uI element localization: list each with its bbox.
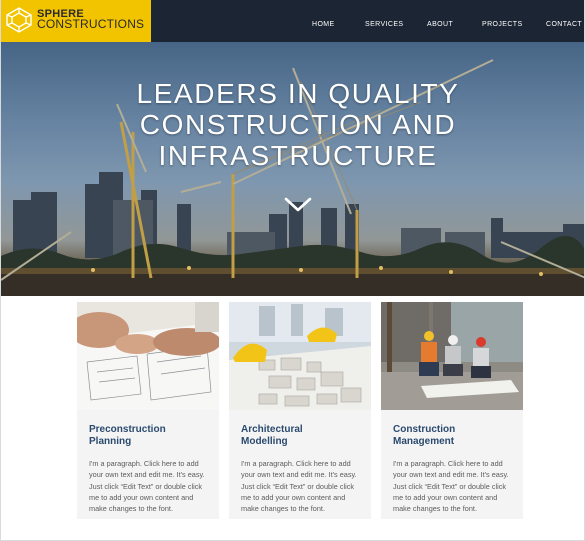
nav-services[interactable]: SERVICES <box>365 20 403 30</box>
site-header: SPHERE CONSTRUCTIONS HOME SERVICES ABOUT… <box>1 0 584 42</box>
page: SPHERE CONSTRUCTIONS HOME SERVICES ABOUT… <box>0 0 585 541</box>
site-team-image <box>381 302 523 410</box>
chevron-down-icon[interactable] <box>284 197 312 213</box>
services-grid: Preconstruction Planning I'm a paragraph… <box>77 302 527 522</box>
sphere-logo-icon <box>6 7 32 33</box>
service-card-architectural[interactable]: Architectural Modelling I'm a paragraph.… <box>229 302 371 519</box>
service-card-preconstruction[interactable]: Preconstruction Planning I'm a paragraph… <box>77 302 219 519</box>
nav-about[interactable]: ABOUT <box>427 20 453 30</box>
service-description[interactable]: I'm a paragraph. Click here to add your … <box>89 458 213 514</box>
brand-name-line2: CONSTRUCTIONS <box>37 17 145 31</box>
service-title: Construction Management <box>393 424 456 447</box>
nav-home[interactable]: HOME <box>312 20 335 30</box>
blueprint-image <box>77 302 219 410</box>
hero-title: LEADERS IN QUALITY CONSTRUCTION AND INFR… <box>136 78 460 171</box>
nav-contact[interactable]: CONTACT <box>546 20 582 30</box>
architecture-model-image <box>229 302 371 410</box>
service-description[interactable]: I'm a paragraph. Click here to add your … <box>241 458 365 514</box>
nav-projects[interactable]: PROJECTS <box>482 20 523 30</box>
service-title: Preconstruction Planning <box>89 424 166 447</box>
service-title: Architectural Modelling <box>241 424 303 447</box>
logo[interactable]: SPHERE CONSTRUCTIONS <box>1 0 151 42</box>
service-description[interactable]: I'm a paragraph. Click here to add your … <box>393 458 517 514</box>
service-card-management[interactable]: Construction Management I'm a paragraph.… <box>381 302 523 519</box>
hero-banner: LEADERS IN QUALITY CONSTRUCTION AND INFR… <box>1 42 584 296</box>
